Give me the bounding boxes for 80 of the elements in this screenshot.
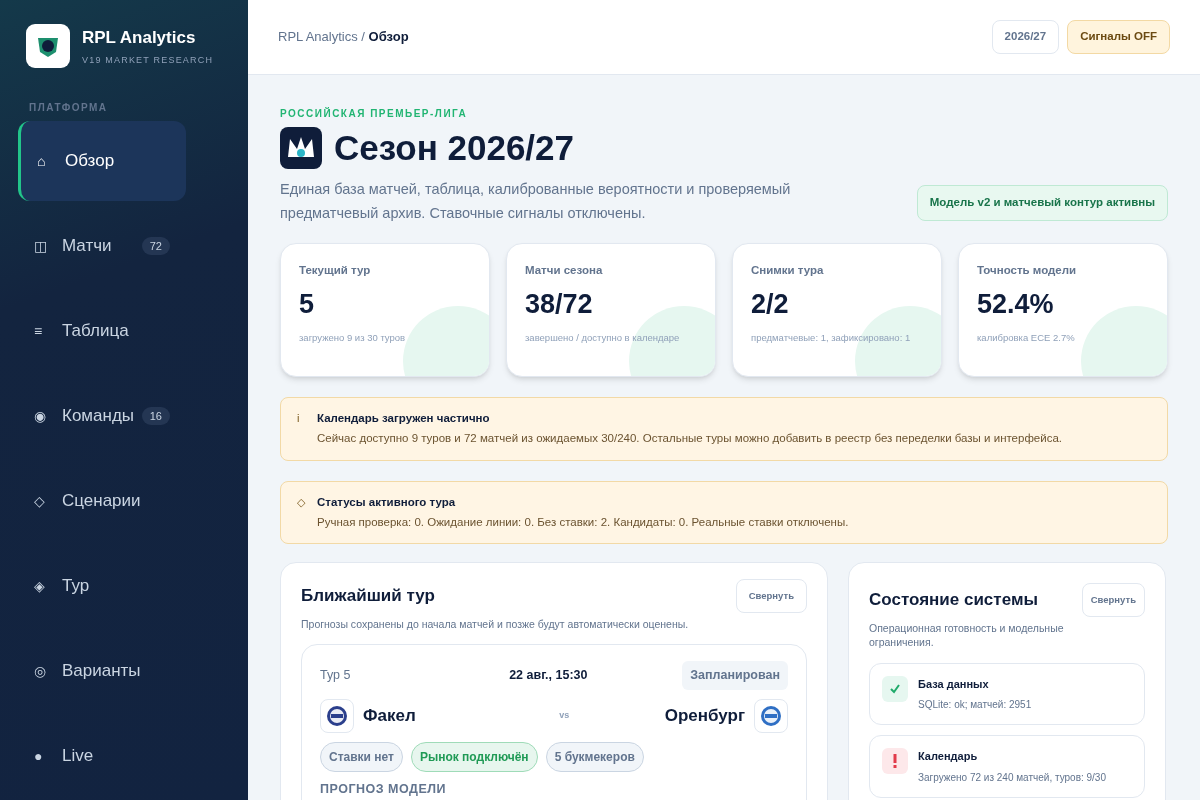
stat-note: предматчевые: 1, зафиксировано: 1 <box>751 331 912 346</box>
nav-label: Сценарии <box>62 490 141 513</box>
home-team: Факел <box>363 705 416 728</box>
count-badge: 16 <box>141 406 170 426</box>
panel-subtitle: Прогнозы сохранены до начала матчей и позже будут автоматически оценены. <box>301 616 689 632</box>
status-title: База данных <box>918 676 990 692</box>
nav-icon: ◫ <box>34 235 62 257</box>
status-title: Календарь <box>918 749 979 764</box>
match-tag: Ставки нет <box>320 742 403 772</box>
nav-label: Варианты <box>62 660 141 683</box>
match-tag: 5 букмекеров <box>545 742 644 772</box>
header-button[interactable]: Сигналы OFF <box>1067 20 1170 54</box>
stat-note: загружено 9 из 30 туров <box>299 331 407 346</box>
stat-note: калибровка ECE 2.7% <box>977 331 1076 346</box>
brand-subtitle: V19 MARKET RESEARCH <box>82 54 214 67</box>
panel-title: Состояние системы <box>869 589 1039 611</box>
nav-label: Матчи <box>62 235 112 258</box>
alert-icon: i <box>297 410 309 448</box>
logo-icon <box>26 24 70 68</box>
page-title: Сезон 2026/27 <box>334 127 575 169</box>
team-crest-icon <box>326 705 348 727</box>
alert-icon <box>882 748 908 774</box>
nav-label: Обзор <box>65 150 115 173</box>
nav-section-label: ПЛАТФОРМА <box>28 101 109 115</box>
nav-icon: ◈ <box>34 575 62 597</box>
nav-icon: ● <box>34 745 62 767</box>
nav-item[interactable]: ◇ Сценарии <box>18 461 186 541</box>
nav-label: Таблица <box>62 320 129 343</box>
stat-label: Точность модели <box>977 263 1078 278</box>
league-logo-icon <box>280 127 322 169</box>
panel-title: Ближайший тур <box>301 585 436 607</box>
stat-value: 2/2 <box>751 291 790 319</box>
brand-title: RPL Analytics <box>82 26 197 49</box>
nav-item[interactable]: ◎ Варианты <box>18 631 186 711</box>
nav-icon: ◉ <box>34 405 62 427</box>
stat-note: завершено / доступно в календаре <box>525 331 681 346</box>
breadcrumb: RPL Analytics / Обзор <box>278 28 409 47</box>
round-label: Тур 5 <box>320 667 351 685</box>
alert-text: Ручная проверка: 0. Ожидание линии: 0. Без ставки: 2. Кандидаты: 0. Реальные ставки отключены. <box>317 514 849 530</box>
count-badge: 72 <box>141 236 170 256</box>
alert-title: Календарь загружен частично <box>317 411 491 426</box>
nav-item[interactable]: ● Live <box>18 716 186 796</box>
nav-label: Команды <box>62 405 135 428</box>
status-pill: Модель v2 и матчевый контур активны <box>916 185 1168 221</box>
nav-label: Live <box>62 745 94 768</box>
nav-item[interactable]: ◫ Матчи 72 <box>18 206 186 286</box>
nav-item[interactable]: ≡ Таблица <box>18 291 186 371</box>
nav-icon: ≡ <box>34 320 62 342</box>
alert-title: Статусы активного тура <box>317 494 457 510</box>
stat-label: Матчи сезона <box>525 263 604 278</box>
team-crest-icon <box>760 705 782 727</box>
alert-text: Сейчас доступно 9 туров и 72 матчей из ожидаемых 30/240. Остальные туры можно добавить в реестр без переделки базы и интерфейса. <box>317 431 1063 447</box>
match-tag: Рынок подключён <box>410 742 538 772</box>
nav-icon: ◇ <box>34 490 62 512</box>
nav-item[interactable]: ◈ Тур <box>18 546 186 626</box>
status-text: Загружено 72 из 240 матчей, туров: 9/30 <box>918 770 1106 785</box>
section-heading: ПРОГНОЗ МОДЕЛИ <box>320 781 447 798</box>
stat-value: 38/72 <box>525 291 594 319</box>
header-button[interactable]: 2026/27 <box>991 20 1060 54</box>
stat-label: Текущий тур <box>299 263 372 278</box>
vs-label: vs <box>558 709 570 723</box>
match-status: Запланирован <box>682 661 788 690</box>
stat-value: 5 <box>299 291 316 319</box>
status-text: SQLite: ok; матчей: 2951 <box>918 698 1032 712</box>
hero-description: Единая база матчей, таблица, калиброванные вероятности и проверяемый предматчевый архив. Ставочные сигналы отключены. <box>280 180 792 223</box>
match-datetime: 22 авг., 15:30 <box>509 667 588 685</box>
nav-item[interactable]: ◉ Команды 16 <box>18 376 186 456</box>
stat-value: 52.4% <box>977 291 1055 319</box>
away-team: Оренбург <box>664 705 745 728</box>
panel-subtitle: Операционная готовность и модельные ограничения. <box>869 620 1065 649</box>
check-icon <box>882 675 908 702</box>
alert-icon: ◇ <box>297 493 309 531</box>
nav-item[interactable]: ⌂ Обзор <box>18 121 186 201</box>
hero-eyebrow: РОССИЙСКАЯ ПРЕМЬЕР-ЛИГА <box>280 106 469 121</box>
collapse-button[interactable]: Свернуть <box>735 579 807 613</box>
collapse-button[interactable]: Свернуть <box>1081 583 1145 617</box>
nav-icon: ⌂ <box>37 150 65 172</box>
nav-icon: ◎ <box>34 660 62 682</box>
nav-label: Тур <box>62 575 90 598</box>
stat-label: Снимки тура <box>751 263 825 278</box>
